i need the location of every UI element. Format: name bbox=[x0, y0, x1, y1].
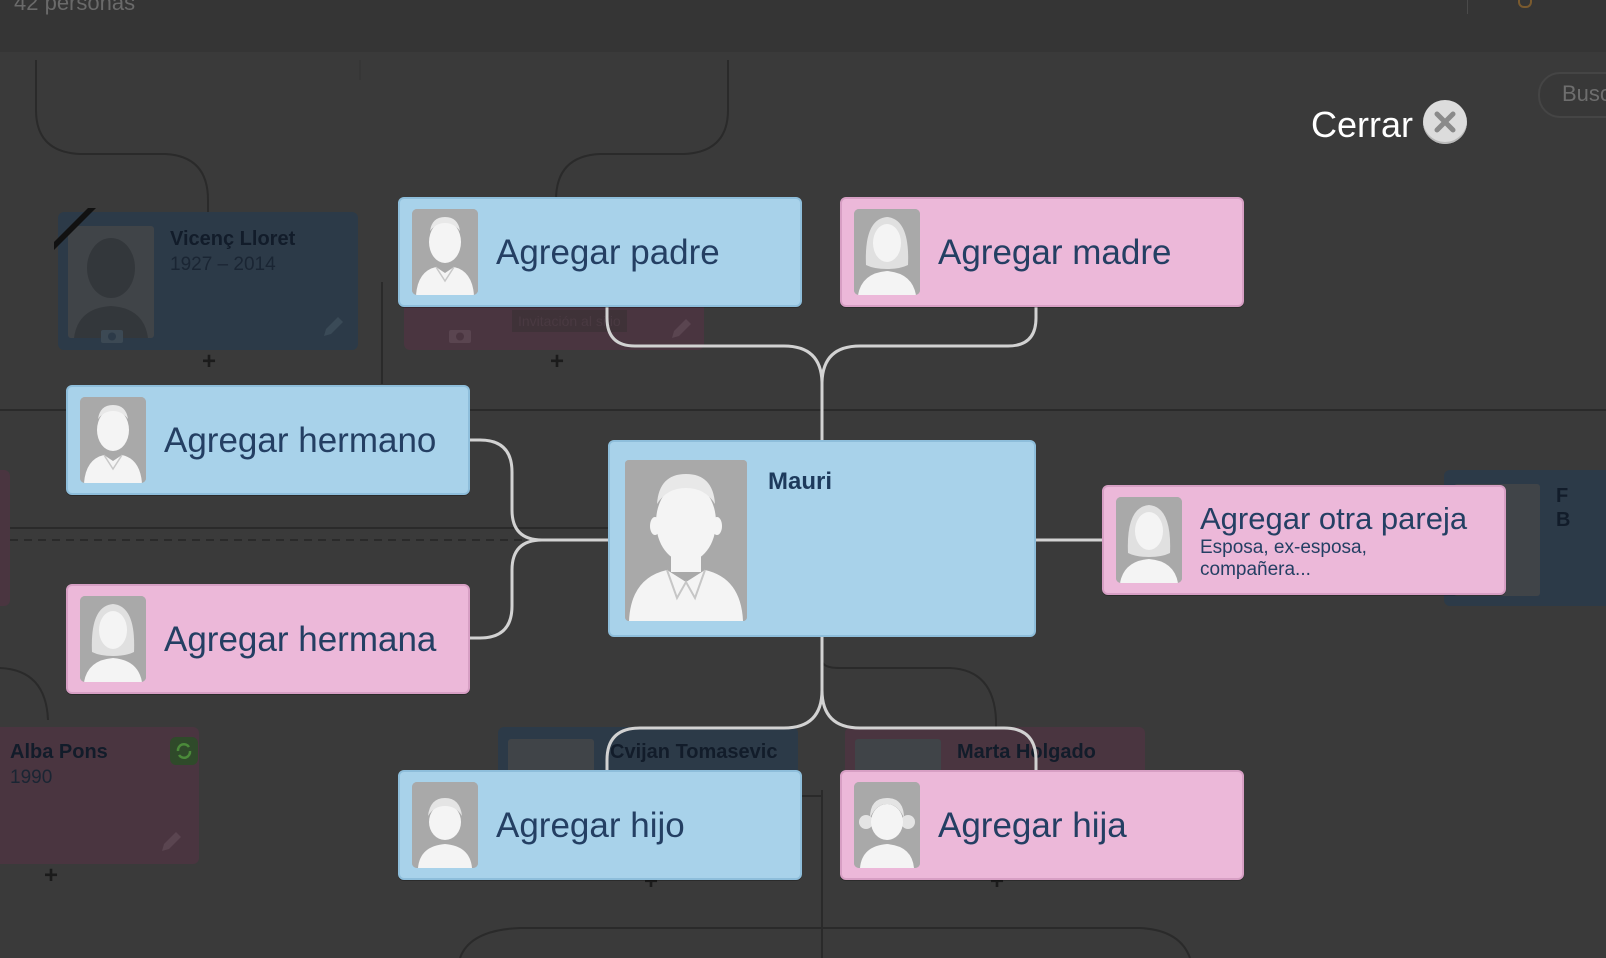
add-son-button[interactable]: Agregar hijo bbox=[398, 770, 802, 880]
selected-person-card[interactable]: Mauri bbox=[608, 440, 1036, 637]
close-label[interactable]: Cerrar bbox=[1311, 104, 1413, 146]
male-avatar-icon bbox=[625, 460, 747, 621]
person-name: Mauri bbox=[768, 468, 833, 495]
add-son-label: Agregar hijo bbox=[496, 806, 685, 845]
add-sister-button[interactable]: Agregar hermana bbox=[66, 584, 470, 694]
female-avatar-icon bbox=[854, 209, 920, 295]
add-mother-button[interactable]: Agregar madre bbox=[840, 197, 1244, 307]
female-avatar-icon bbox=[1116, 497, 1182, 583]
male-avatar-icon bbox=[412, 209, 478, 295]
add-daughter-button[interactable]: Agregar hija bbox=[840, 770, 1244, 880]
add-partner-label: Agregar otra pareja bbox=[1200, 501, 1468, 536]
add-sister-label: Agregar hermana bbox=[164, 620, 437, 659]
add-daughter-label: Agregar hija bbox=[938, 806, 1127, 845]
close-icon bbox=[1434, 111, 1456, 133]
add-father-label: Agregar padre bbox=[496, 233, 720, 272]
close-button[interactable] bbox=[1423, 100, 1467, 144]
add-partner-sublabel: Esposa, ex-esposa, compañera... bbox=[1200, 537, 1367, 580]
girl-avatar-icon bbox=[854, 782, 920, 868]
add-brother-button[interactable]: Agregar hermano bbox=[66, 385, 470, 495]
add-brother-label: Agregar hermano bbox=[164, 421, 437, 460]
boy-avatar-icon bbox=[412, 782, 478, 868]
add-partner-button[interactable]: Agregar otra pareja Esposa, ex-esposa, c… bbox=[1102, 485, 1506, 595]
add-mother-label: Agregar madre bbox=[938, 233, 1172, 272]
add-father-button[interactable]: Agregar padre bbox=[398, 197, 802, 307]
female-avatar-icon bbox=[80, 596, 146, 682]
male-avatar-icon bbox=[80, 397, 146, 483]
